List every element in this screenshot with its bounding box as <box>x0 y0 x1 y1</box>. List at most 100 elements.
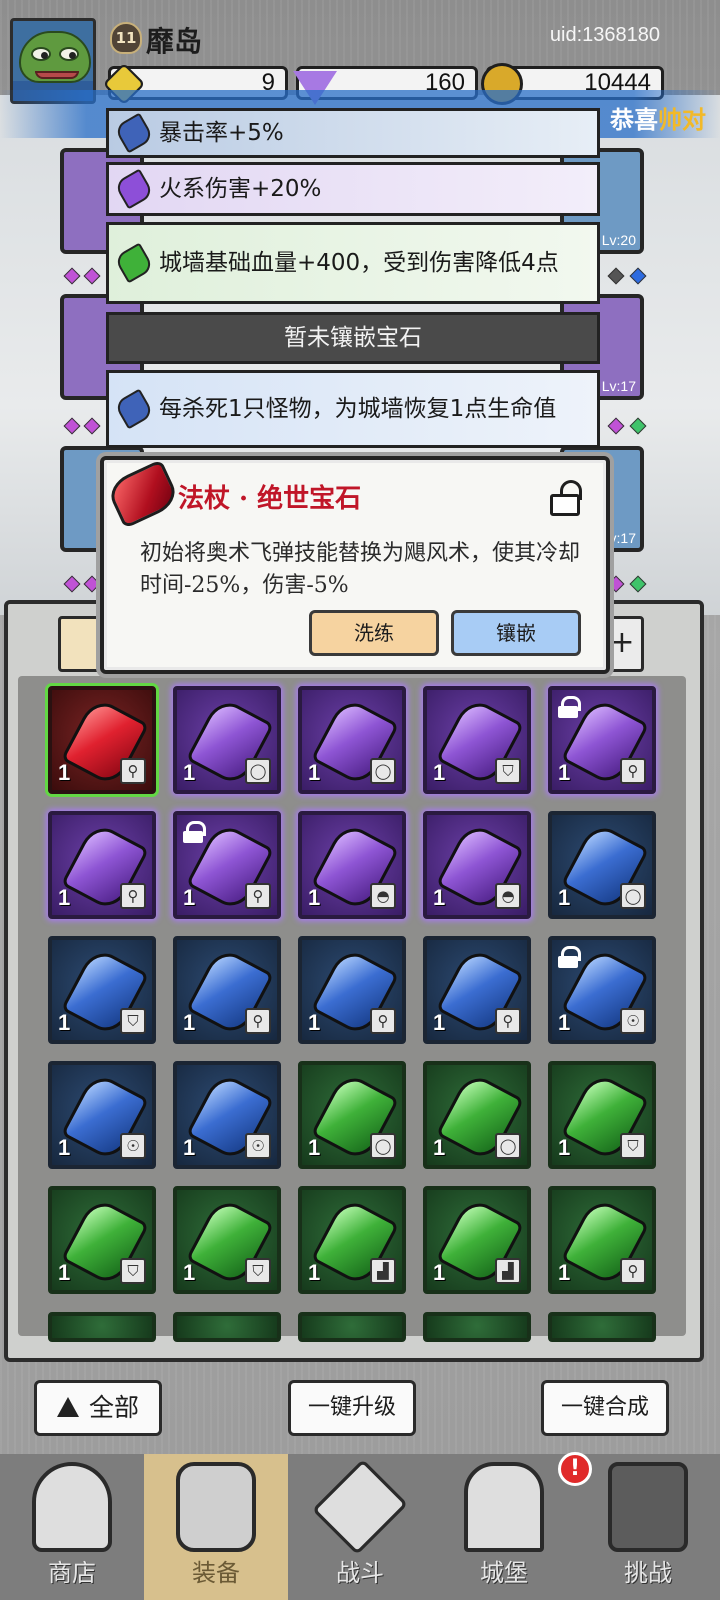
gem-slot[interactable]: 1 ▟ <box>423 1186 531 1294</box>
gem-slot[interactable]: 1 ◯ <box>298 1061 406 1169</box>
gem-quantity: 1 <box>58 1135 71 1160</box>
gem-quantity: 1 <box>308 885 321 910</box>
gem-quantity: 1 <box>58 1010 71 1035</box>
avatar-mouth <box>35 71 79 79</box>
gem-slot[interactable]: 1 ▟ <box>298 1186 406 1294</box>
gem-effect-row[interactable]: 每杀死1只怪物，为城墙恢复1点生命值 <box>106 370 600 448</box>
filter-armor-tab[interactable] <box>58 616 106 672</box>
lock-icon <box>558 696 581 718</box>
gem-slot[interactable]: 1 ◯ <box>423 1061 531 1169</box>
nav-label: 战斗 <box>336 1559 384 1587</box>
gem-slot[interactable]: 1 ⛉ <box>48 936 156 1044</box>
necklace-icon: ☉ <box>120 1133 146 1159</box>
upgrade-all-button[interactable]: 一键升级 <box>288 1380 416 1436</box>
gem-effect-text: 火系伤害+20% <box>159 176 322 202</box>
nav-battle[interactable]: 战斗 <box>288 1454 432 1600</box>
gem-slot[interactable]: 1 ◯ <box>548 811 656 919</box>
gem-quantity: 1 <box>433 1260 446 1285</box>
unlock-icon[interactable] <box>546 480 584 516</box>
gem-slot[interactable]: 1 ⚲ <box>173 811 281 919</box>
gem-slot[interactable]: 1 ☉ <box>173 1061 281 1169</box>
gem-slot-partial[interactable] <box>48 1312 156 1342</box>
gem-slot[interactable]: 1 ⚲ <box>173 936 281 1044</box>
gem-quantity: 1 <box>183 760 196 785</box>
gem-quantity: 1 <box>308 1260 321 1285</box>
player-uid: uid:1368180 <box>549 24 660 46</box>
red-gem-icon <box>104 459 182 529</box>
nav-label: 商店 <box>48 1559 96 1587</box>
gem-slot[interactable]: 1 ⛉ <box>48 1186 156 1294</box>
ring-icon: ◯ <box>620 883 646 909</box>
triangle-icon <box>56 1397 79 1417</box>
lock-icon <box>558 946 581 968</box>
broadcast-highlight: 帅对 <box>658 105 706 134</box>
gem-quantity: 1 <box>308 760 321 785</box>
gem-slot-partial[interactable] <box>423 1312 531 1342</box>
nav-equipment[interactable]: 装备 <box>144 1454 288 1600</box>
gem-slot[interactable]: 1 ☉ <box>548 936 656 1044</box>
nav-challenge[interactable]: 挑战 <box>576 1454 720 1600</box>
broadcast-text: 恭喜帅对 <box>610 100 706 135</box>
gem-slot[interactable]: 1 ⚲ <box>423 936 531 1044</box>
gem-slot-partial[interactable] <box>548 1312 656 1342</box>
gem-slot[interactable]: 1 ⛉ <box>173 1186 281 1294</box>
gem-slot-partial[interactable] <box>298 1312 406 1342</box>
gem-quantity: 1 <box>433 885 446 910</box>
gem-slot[interactable]: 1 ⚲ <box>548 686 656 794</box>
gem-effect-row-empty[interactable]: 暂未镶嵌宝石 <box>106 312 600 364</box>
gem-effect-row[interactable]: 城墙基础血量+400，受到伤害降低4点 <box>106 222 600 304</box>
blue-gem-icon <box>113 112 155 154</box>
staff-icon: ⚲ <box>495 1008 521 1034</box>
ring-icon: ◯ <box>370 1133 396 1159</box>
gem-quantity: 1 <box>308 1010 321 1035</box>
gem-slot-partial[interactable] <box>173 1312 281 1342</box>
gem-effect-text: 城墙基础血量+400，受到伤害降低4点 <box>159 250 559 276</box>
broadcast-prefix: 恭喜 <box>610 105 658 134</box>
helmet-icon: ◓ <box>495 883 521 909</box>
gem-quantity: 1 <box>558 885 571 910</box>
nav-label: 装备 <box>192 1559 240 1587</box>
gem-slot[interactable]: 1 ◓ <box>298 811 406 919</box>
merge-all-button[interactable]: 一键合成 <box>541 1380 669 1436</box>
avatar-eye <box>59 47 79 61</box>
green-gem-icon <box>113 242 155 284</box>
gem-slot[interactable]: 1 ◯ <box>173 686 281 794</box>
staff-icon: ⚲ <box>120 758 146 784</box>
gem-slot[interactable]: 1 ⚲ <box>48 686 156 794</box>
popup-description: 初始将奥术飞弹技能替换为飓风术，使其冷却时间-25%，伤害-5% <box>140 541 581 598</box>
gem-slot[interactable]: 1 ◯ <box>298 686 406 794</box>
gem-quantity: 1 <box>433 1010 446 1035</box>
inlay-button[interactable]: 镶嵌 <box>451 610 581 656</box>
gem-effect-row[interactable]: 暴击率+5% <box>106 108 600 158</box>
gem-slot[interactable]: 1 ⛉ <box>548 1061 656 1169</box>
lock-icon <box>183 821 206 843</box>
gem-slot[interactable]: 1 ☉ <box>48 1061 156 1169</box>
gem-detail-popup: 法杖 · 绝世宝石 初始将奥术飞弹技能替换为飓风术，使其冷却时间-25%，伤害-… <box>100 456 610 674</box>
castle-icon <box>464 1462 544 1552</box>
gem-quantity: 1 <box>58 885 71 910</box>
armor-icon: ⛉ <box>495 758 521 784</box>
gem-slot[interactable]: 1 ⚲ <box>298 936 406 1044</box>
shop-icon <box>32 1462 112 1552</box>
gem-quantity: 1 <box>433 1135 446 1160</box>
armor-icon: ⛉ <box>120 1258 146 1284</box>
gem-slot[interactable]: 1 ⚲ <box>548 1186 656 1294</box>
gem-slot[interactable]: 1 ⛉ <box>423 686 531 794</box>
level-badge: 11 <box>110 22 142 54</box>
filter-all-button[interactable]: 全部 <box>34 1380 162 1436</box>
nav-shop[interactable]: 商店 <box>0 1454 144 1600</box>
blue-gem-icon <box>113 388 155 430</box>
gem-slot[interactable]: 1 ⚲ <box>48 811 156 919</box>
gem-quantity: 1 <box>558 760 571 785</box>
ring-icon: ◯ <box>245 758 271 784</box>
necklace-icon: ☉ <box>245 1133 271 1159</box>
gem-effect-row[interactable]: 火系伤害+20% <box>106 162 600 216</box>
gem-slot[interactable]: 1 ◓ <box>423 811 531 919</box>
refine-button[interactable]: 洗练 <box>309 610 439 656</box>
gem-quantity: 1 <box>183 885 196 910</box>
nav-castle[interactable]: 城堡 <box>432 1454 576 1600</box>
challenge-icon <box>608 1462 688 1552</box>
player-name: 靡岛 <box>146 25 203 58</box>
header: 11 靡岛 uid:1368180 9 160 10444 <box>0 0 720 106</box>
gem-quantity: 1 <box>558 1010 571 1035</box>
